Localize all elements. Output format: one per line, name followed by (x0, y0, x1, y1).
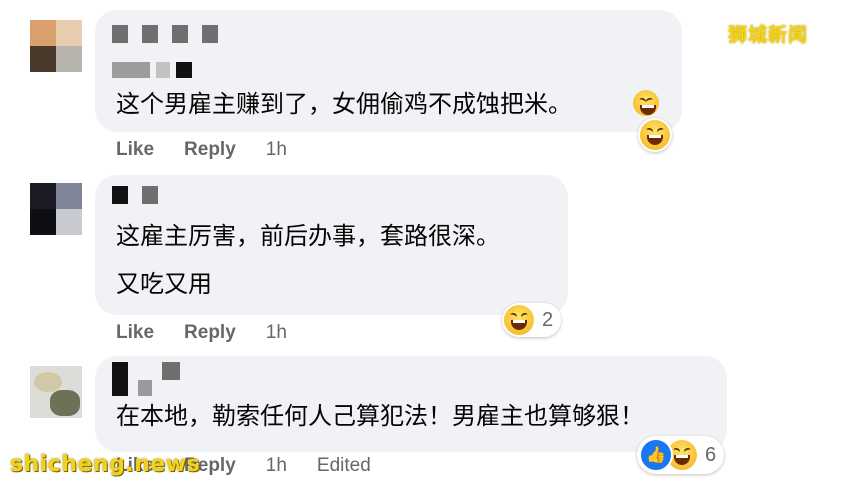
timestamp[interactable]: 1h (266, 139, 287, 161)
commenter-name-redacted[interactable] (112, 186, 158, 204)
thumbs-up-like-icon: 👍 (639, 438, 673, 472)
edited-label: Edited (316, 455, 371, 476)
timestamp[interactable]: 1h (266, 455, 287, 477)
laughing-emoji-inline-icon (633, 90, 659, 116)
comment-actions: Like Reply 1h (116, 322, 317, 344)
timestamp[interactable]: 1h (266, 322, 287, 344)
reaction-summary[interactable]: 2 (502, 303, 562, 337)
watermark-logo-bottom: shicheng.news (10, 452, 201, 477)
commenter-subline-redacted (112, 62, 192, 78)
commenter-name-redacted[interactable] (112, 25, 218, 43)
comment-text-line-1: 这雇主厉害，前后办事，套路很深。 (116, 222, 500, 250)
watermark-logo-top: 狮城新闻 (728, 24, 809, 46)
reaction-count: 2 (542, 308, 554, 331)
comment-text: 这个男雇主赚到了，女佣偷鸡不成蚀把米。 (116, 90, 572, 118)
avatar[interactable] (30, 366, 82, 418)
commenter-name-redacted[interactable] (112, 362, 180, 396)
reaction-count: 6 (705, 443, 717, 466)
avatar[interactable] (30, 20, 82, 72)
comment-text-line-2: 又吃又用 (116, 270, 212, 298)
laughing-emoji-icon (504, 305, 534, 335)
comment-actions: Like Reply 1h (116, 139, 317, 161)
avatar[interactable] (30, 183, 82, 235)
reply-link[interactable]: Reply (184, 139, 236, 161)
like-link[interactable]: Like (116, 322, 154, 344)
comment-text: 在本地，勒索任何人己算犯法！男雇主也算够狠！ (116, 402, 644, 430)
laughing-emoji-icon (640, 120, 670, 150)
reaction-summary[interactable] (638, 118, 672, 152)
like-link[interactable]: Like (116, 139, 154, 161)
reaction-summary[interactable]: 👍 6 (637, 436, 725, 474)
reply-link[interactable]: Reply (184, 322, 236, 344)
